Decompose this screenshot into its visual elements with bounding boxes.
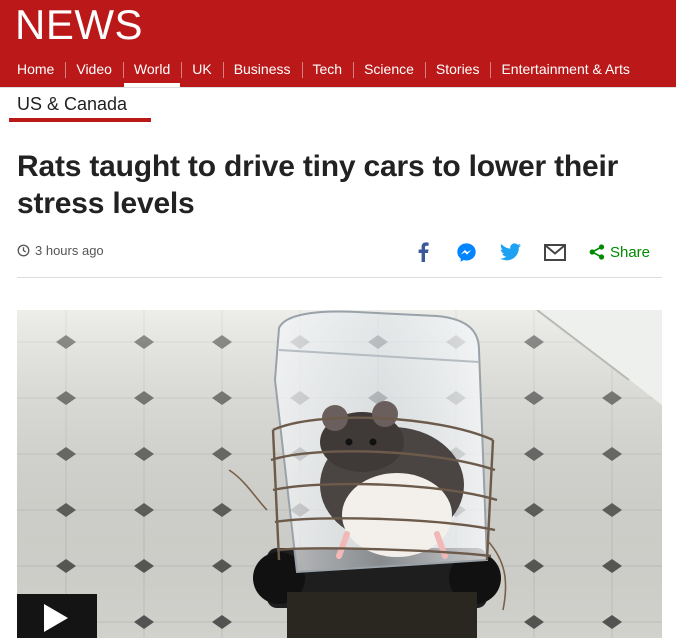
email-icon[interactable] [543, 240, 567, 264]
nav-item-entertainment-arts[interactable]: Entertainment & Arts [490, 52, 640, 87]
article-video[interactable] [17, 310, 662, 638]
play-button[interactable] [17, 594, 97, 638]
article-headline: Rats taught to drive tiny cars to lower … [17, 150, 619, 220]
facebook-icon[interactable] [411, 240, 435, 264]
play-icon [44, 604, 68, 632]
clock-icon [17, 244, 30, 257]
news-logo[interactable]: NEWS [15, 2, 143, 48]
nav-item-home[interactable]: Home [0, 52, 65, 87]
nav-item-business[interactable]: Business [222, 52, 302, 87]
nav-item-stories[interactable]: Stories [424, 52, 491, 87]
timestamp-text: 3 hours ago [35, 243, 104, 258]
rat-in-car-image [17, 310, 662, 638]
article-meta: 3 hours ago Share [17, 240, 662, 278]
messenger-icon[interactable] [455, 240, 479, 264]
nav-item-world[interactable]: World [122, 52, 181, 87]
section-link[interactable]: US & Canada [17, 93, 127, 115]
twitter-icon[interactable] [499, 240, 523, 264]
nav-divider [0, 87, 676, 88]
section-underline [9, 118, 151, 122]
share-tools: Share [391, 240, 650, 264]
share-label: Share [609, 243, 650, 261]
nav-item-uk[interactable]: UK [181, 52, 222, 87]
nav-item-video[interactable]: Video [65, 52, 123, 87]
nav-item-tech[interactable]: Tech [301, 52, 354, 87]
share-icon [589, 244, 605, 260]
primary-nav: Home Video World UK Business Tech Scienc… [0, 52, 676, 87]
timestamp: 3 hours ago [17, 243, 104, 258]
share-button[interactable]: Share [589, 244, 650, 261]
masthead: NEWS Home Video World UK Business Tech S… [0, 0, 676, 87]
nav-item-science[interactable]: Science [353, 52, 425, 87]
